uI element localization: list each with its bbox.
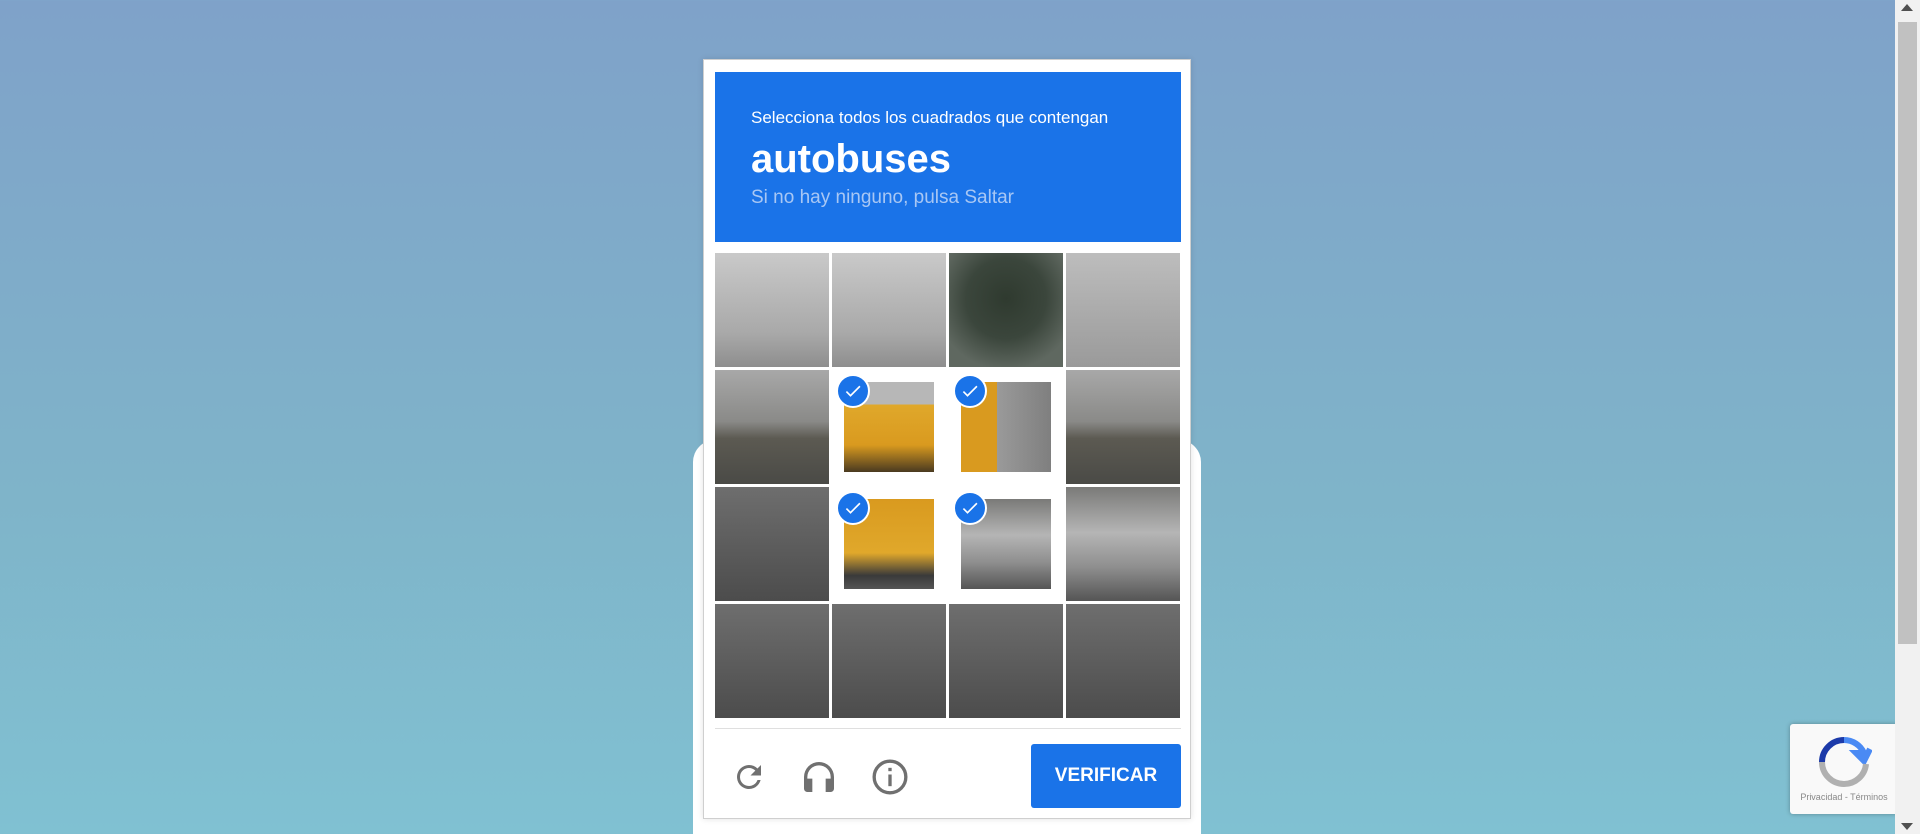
captcha-tile[interactable]	[949, 253, 1063, 367]
captcha-tile[interactable]	[832, 253, 946, 367]
captcha-tile[interactable]	[1066, 604, 1180, 718]
captcha-tile[interactable]	[1066, 370, 1180, 484]
tile-image	[949, 604, 1063, 718]
captcha-tile[interactable]	[832, 604, 946, 718]
tile-image	[715, 604, 829, 718]
scroll-up-icon[interactable]	[1901, 4, 1913, 11]
captcha-hint: Si no hay ninguno, pulsa Saltar	[751, 187, 1015, 208]
scroll-thumb[interactable]	[1898, 22, 1917, 644]
page-scrollbar[interactable]	[1895, 0, 1920, 834]
check-icon	[836, 374, 870, 408]
tile-image	[832, 604, 946, 718]
reload-icon	[736, 765, 761, 789]
tile-image	[715, 487, 829, 601]
info-button[interactable]	[868, 755, 912, 799]
tile-image	[1066, 604, 1180, 718]
captcha-tile[interactable]	[1066, 487, 1180, 601]
captcha-tile[interactable]	[715, 253, 829, 367]
captcha-tile[interactable]	[1066, 253, 1180, 367]
check-icon	[836, 491, 870, 525]
captcha-header: Selecciona todos los cuadrados que conte…	[715, 72, 1181, 242]
captcha-tile[interactable]	[715, 370, 829, 484]
check-icon	[953, 491, 987, 525]
scroll-down-icon[interactable]	[1901, 823, 1913, 830]
captcha-tile[interactable]	[949, 487, 1063, 601]
captcha-tile[interactable]	[715, 604, 829, 718]
recaptcha-badge[interactable]: Privacidad - Términos	[1790, 724, 1898, 814]
captcha-tile[interactable]	[949, 604, 1063, 718]
info-icon	[872, 759, 908, 795]
tile-image	[715, 253, 829, 367]
captcha-image-grid	[715, 253, 1181, 719]
captcha-instruction: Selecciona todos los cuadrados que conte…	[751, 108, 1109, 127]
tile-image	[1066, 370, 1180, 484]
tile-image	[1066, 253, 1180, 367]
captcha-tile[interactable]	[949, 370, 1063, 484]
captcha-tile[interactable]	[832, 487, 946, 601]
recaptcha-logo-icon	[1819, 737, 1872, 788]
verify-button[interactable]: VERIFICAR	[1031, 744, 1181, 808]
reload-button[interactable]	[727, 755, 771, 799]
captcha-tile[interactable]	[715, 487, 829, 601]
tile-image	[949, 253, 1063, 367]
audio-challenge-button[interactable]	[797, 755, 841, 799]
headphones-icon	[804, 762, 834, 792]
tile-image	[715, 370, 829, 484]
tile-image	[832, 253, 946, 367]
captcha-tile[interactable]	[832, 370, 946, 484]
recaptcha-links[interactable]: Privacidad - Términos	[1790, 792, 1898, 802]
check-icon	[953, 374, 987, 408]
captcha-footer: VERIFICAR	[715, 728, 1181, 819]
captcha-target: autobuses	[751, 137, 952, 181]
captcha-dialog: Selecciona todos los cuadrados que conte…	[703, 59, 1191, 819]
tile-image	[1066, 487, 1180, 601]
